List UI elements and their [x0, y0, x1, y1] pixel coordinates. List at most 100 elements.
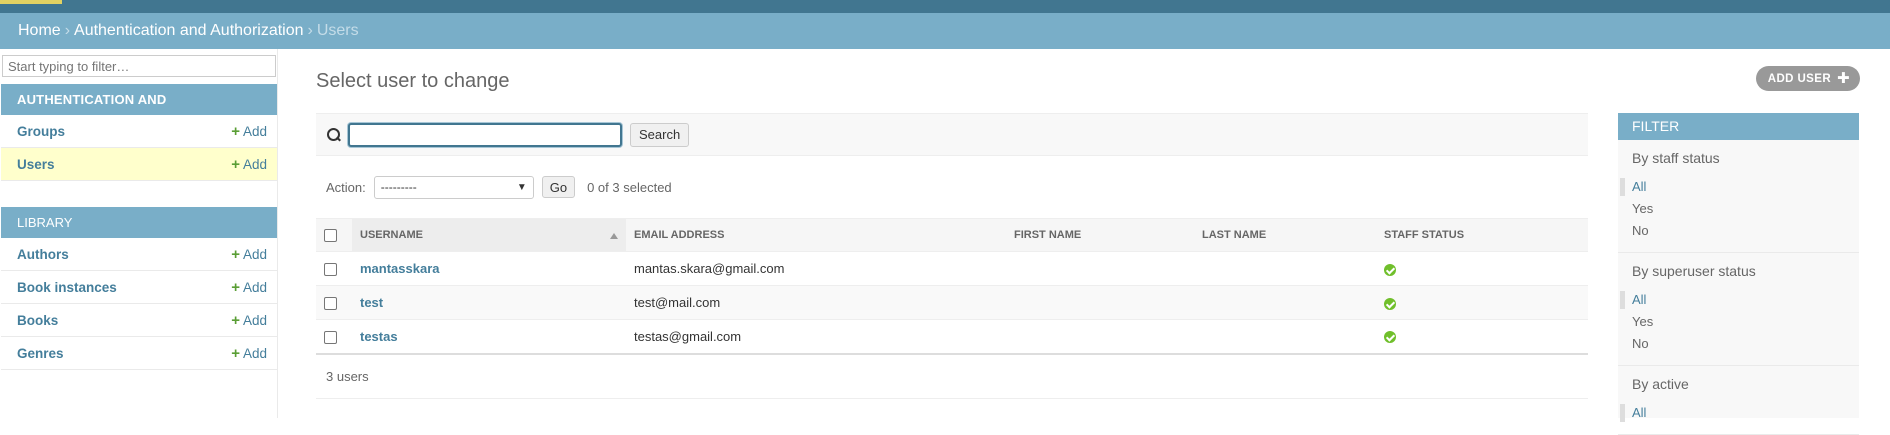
add-user-button[interactable]: ADD USER ✚ [1756, 66, 1860, 91]
selection-counter: 0 of 3 selected [587, 180, 672, 195]
search-toolbar: Search [316, 113, 1588, 156]
add-genres-link[interactable]: +Add [231, 345, 267, 362]
check-circle-icon [1384, 331, 1396, 343]
breadcrumb-section[interactable]: Authentication and Authorization [74, 22, 304, 40]
breadcrumb-home[interactable]: Home [18, 22, 61, 40]
actions-bar: Action: --------- ▼ Go 0 of 3 selected [316, 156, 1588, 218]
action-select[interactable]: --------- ▼ [374, 176, 534, 199]
sidebar-item-genres[interactable]: Genres +Add [1, 337, 277, 370]
sidebar-filter-input[interactable] [2, 55, 276, 77]
filter-panel: Filter By staff status All Yes No By sup… [1618, 113, 1859, 418]
row-checkbox[interactable] [324, 331, 337, 344]
column-last-name[interactable]: Last name [1194, 219, 1376, 252]
table-row: testas testas@gmail.com [316, 320, 1588, 354]
breadcrumb-current: Users [317, 22, 359, 40]
changelist: Search Action: --------- ▼ Go 0 of 3 sel… [316, 113, 1588, 399]
plus-icon: + [231, 246, 240, 263]
column-staff-status[interactable]: Staff status [1376, 219, 1588, 252]
filter-option-all[interactable]: All [1618, 289, 1859, 311]
sidebar-item-books[interactable]: Books +Add [1, 304, 277, 337]
last-name-cell [1194, 320, 1376, 354]
filter-option-all[interactable]: All [1618, 176, 1859, 198]
breadcrumb-separator: › [65, 22, 70, 40]
plus-icon: + [231, 156, 240, 173]
filter-caption: Filter [1618, 113, 1859, 140]
filter-group-active: By active All [1618, 366, 1859, 435]
table-header-row: Username Email address First name Last n… [316, 219, 1588, 252]
column-first-name[interactable]: First name [1006, 219, 1194, 252]
plus-icon: + [231, 279, 240, 296]
column-email[interactable]: Email address [626, 219, 1006, 252]
add-book-instances-link[interactable]: +Add [231, 279, 267, 296]
row-checkbox[interactable] [324, 297, 337, 310]
chevron-down-icon: ▼ [517, 182, 527, 193]
filter-title: By superuser status [1618, 263, 1859, 279]
results-table: Username Email address First name Last n… [316, 218, 1588, 355]
sidebar-item-label[interactable]: Book instances [17, 280, 117, 295]
check-circle-icon [1384, 298, 1396, 310]
filter-option-no[interactable]: No [1618, 220, 1859, 242]
breadcrumb-separator: › [308, 22, 313, 40]
column-username[interactable]: Username [352, 219, 626, 252]
first-name-cell [1006, 320, 1194, 354]
select-all-checkbox[interactable] [324, 229, 337, 242]
paginator: 3 users [316, 355, 1588, 399]
filter-option-all[interactable]: All [1618, 402, 1859, 424]
filter-group-superuser: By superuser status All Yes No [1618, 253, 1859, 366]
sidebar: Authentication and Authorization Groups … [0, 49, 278, 418]
sidebar-item-label[interactable]: Users [17, 157, 55, 172]
first-name-cell [1006, 286, 1194, 320]
plus-icon: ✚ [1837, 71, 1850, 86]
username-link[interactable]: testas [352, 320, 626, 354]
row-select-cell [316, 320, 352, 354]
sort-ascending-icon[interactable] [610, 233, 618, 239]
module-caption[interactable]: Authentication and Authorization [1, 84, 277, 115]
username-link[interactable]: mantasskara [352, 252, 626, 286]
go-button[interactable]: Go [542, 176, 575, 198]
add-users-link[interactable]: +Add [231, 156, 267, 173]
sidebar-item-book-instances[interactable]: Book instances +Add [1, 271, 277, 304]
search-button[interactable]: Search [630, 123, 689, 147]
add-groups-link[interactable]: +Add [231, 123, 267, 140]
last-name-cell [1194, 286, 1376, 320]
add-authors-link[interactable]: +Add [231, 246, 267, 263]
module-library: Library Authors +Add Book instances +Add… [1, 207, 277, 370]
add-books-link[interactable]: +Add [231, 312, 267, 329]
plus-icon: + [231, 123, 240, 140]
filter-option-yes[interactable]: Yes [1618, 198, 1859, 220]
sidebar-item-label[interactable]: Genres [17, 346, 64, 361]
module-auth: Authentication and Authorization Groups … [1, 84, 277, 181]
sidebar-item-users[interactable]: Users +Add [1, 148, 277, 181]
filter-group-staff: By staff status All Yes No [1618, 140, 1859, 253]
last-name-cell [1194, 252, 1376, 286]
add-user-label: ADD USER [1768, 73, 1831, 85]
header-bar [0, 0, 1890, 13]
sidebar-item-authors[interactable]: Authors +Add [1, 238, 277, 271]
email-cell: testas@gmail.com [626, 320, 1006, 354]
staff-status-cell [1376, 286, 1588, 320]
email-cell: test@mail.com [626, 286, 1006, 320]
row-checkbox[interactable] [324, 263, 337, 276]
staff-status-cell [1376, 252, 1588, 286]
search-icon [326, 127, 342, 143]
filter-option-yes[interactable]: Yes [1618, 311, 1859, 333]
search-input[interactable] [348, 123, 622, 147]
filter-option-no[interactable]: No [1618, 333, 1859, 355]
plus-icon: + [231, 312, 240, 329]
sidebar-item-label[interactable]: Groups [17, 124, 65, 139]
row-select-cell [316, 252, 352, 286]
email-cell: mantas.skara@gmail.com [626, 252, 1006, 286]
sidebar-item-label[interactable]: Books [17, 313, 58, 328]
username-link[interactable]: test [352, 286, 626, 320]
sidebar-item-label[interactable]: Authors [17, 247, 69, 262]
module-caption[interactable]: Library [1, 207, 277, 238]
action-select-value: --------- [381, 180, 417, 194]
select-all-header [316, 219, 352, 252]
row-select-cell [316, 286, 352, 320]
action-label: Action: [326, 180, 366, 195]
breadcrumb: Home › Authentication and Authorization … [0, 13, 1890, 49]
filter-title: By active [1618, 376, 1859, 392]
staff-status-cell [1376, 320, 1588, 354]
site-brand [0, 0, 62, 4]
page-title: Select user to change [316, 70, 509, 93]
